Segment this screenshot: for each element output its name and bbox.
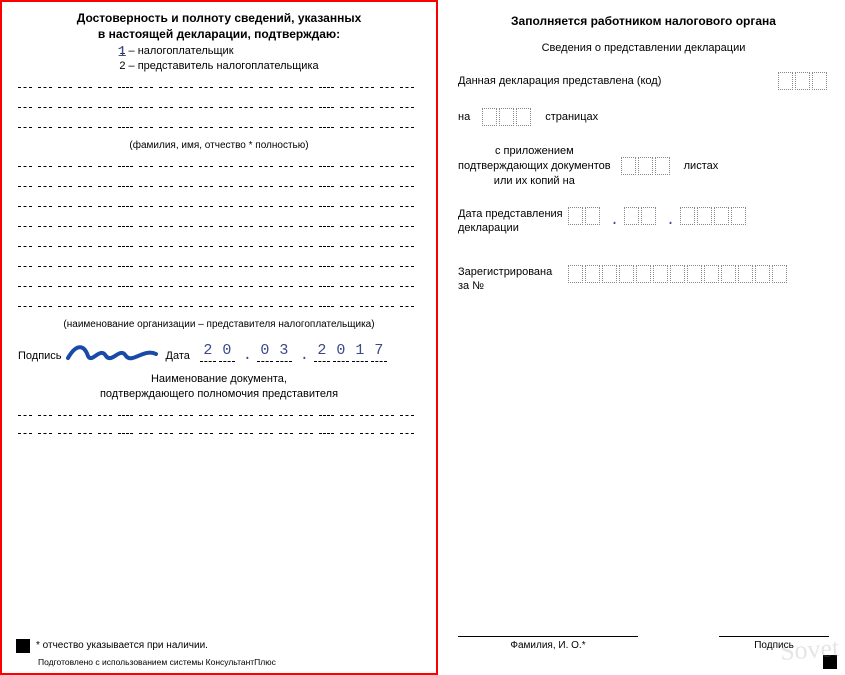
attachments-label: с приложением подтверждающих документов … xyxy=(458,144,611,189)
marker-square-icon xyxy=(16,639,30,653)
date-input[interactable]: 2 0 . 0 3 . 2 0 1 7 xyxy=(200,342,387,362)
reg-number-input[interactable] xyxy=(568,265,789,283)
org-line[interactable] xyxy=(18,299,420,307)
na-label: на xyxy=(458,111,470,123)
signature-icon xyxy=(66,340,158,364)
tax-worker-panel: Заполняется работником налогового органа… xyxy=(438,0,845,675)
org-note: (наименование организации – представител… xyxy=(16,319,422,330)
pages-input[interactable] xyxy=(482,108,533,126)
fio-line[interactable] xyxy=(458,636,638,637)
name-line[interactable] xyxy=(18,120,420,128)
marker-square-icon xyxy=(823,655,837,669)
right-signature-line[interactable] xyxy=(719,636,829,637)
footnote: * отчество указывается при наличии. xyxy=(36,640,208,651)
org-line[interactable] xyxy=(18,259,420,267)
name-line[interactable] xyxy=(18,100,420,108)
presentation-date-input[interactable]: . . xyxy=(568,207,748,227)
date-label: Дата xyxy=(166,350,190,362)
name-line[interactable] xyxy=(18,80,420,88)
code-input[interactable] xyxy=(778,72,829,90)
legend-options: 1 – налогоплательщик 2 – представитель н… xyxy=(119,44,318,74)
fio-label: Фамилия, И. О.* xyxy=(510,640,585,651)
doc-name-heading: Наименование документа, подтверждающего … xyxy=(16,372,422,402)
sheets-input[interactable] xyxy=(621,157,672,175)
right-signature-label: Подпись xyxy=(754,640,794,651)
org-line[interactable] xyxy=(18,239,420,247)
taxpayer-type-input[interactable]: 1 xyxy=(114,44,130,62)
presentation-date-label: Дата представления декларации xyxy=(458,207,568,236)
org-line[interactable] xyxy=(18,199,420,207)
doc-line[interactable] xyxy=(18,408,420,416)
confirmation-panel: Достоверность и полноту сведений, указан… xyxy=(0,0,438,675)
pages-label: страницах xyxy=(545,111,598,123)
declaration-presented-label: Данная декларация представлена (код) xyxy=(458,75,661,87)
org-line[interactable] xyxy=(18,279,420,287)
org-line[interactable] xyxy=(18,219,420,227)
right-title: Заполняется работником налогового органа xyxy=(458,14,829,28)
signature-label: Подпись xyxy=(18,350,62,362)
fio-note: (фамилия, имя, отчество * полностью) xyxy=(16,140,422,151)
left-title: Достоверность и полноту сведений, указан… xyxy=(16,10,422,42)
right-subtitle: Сведения о представлении декларации xyxy=(458,42,829,54)
credit-line: Подготовлено с использованием системы Ко… xyxy=(38,657,276,667)
org-line[interactable] xyxy=(18,179,420,187)
doc-line[interactable] xyxy=(18,426,420,434)
org-line[interactable] xyxy=(18,159,420,167)
registered-label: Зарегистрирована за № xyxy=(458,265,568,294)
sheets-label: листах xyxy=(684,160,719,172)
